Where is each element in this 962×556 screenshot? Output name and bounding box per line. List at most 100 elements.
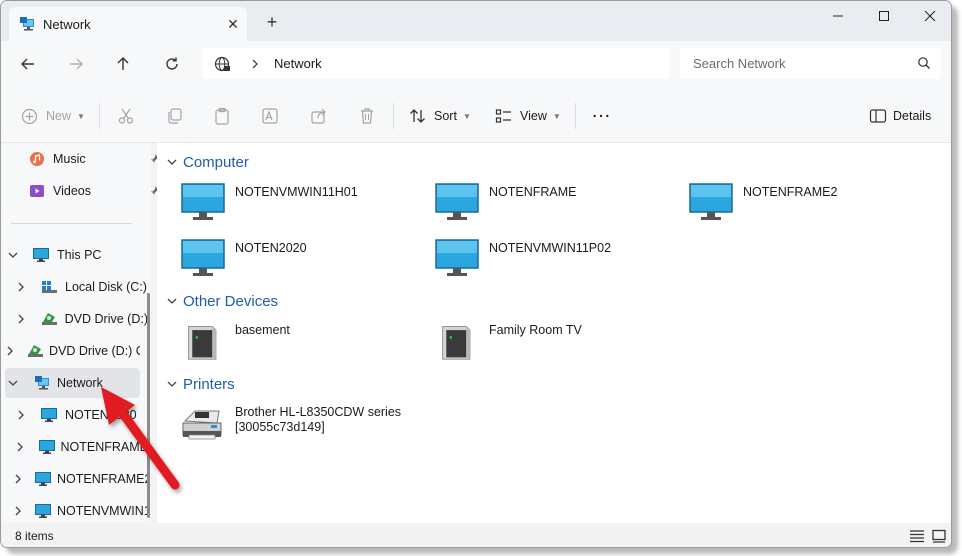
- search-icon[interactable]: [917, 56, 931, 70]
- trash-icon: [361, 108, 373, 124]
- address-bar[interactable]: Network: [202, 48, 670, 79]
- item-count: 8 items: [15, 529, 54, 543]
- paste-button[interactable]: [213, 104, 231, 128]
- content-pane: Computer NOTENVMWIN11H01 NOTENFRAME NOTE…: [157, 143, 951, 523]
- chevron-right-icon[interactable]: [13, 442, 27, 452]
- cut-button[interactable]: [117, 104, 135, 128]
- close-tab-icon[interactable]: ✕: [219, 16, 247, 33]
- network-item[interactable]: NOTENVMWIN11H01: [181, 183, 358, 223]
- chevron-right-icon[interactable]: [250, 59, 260, 69]
- maximize-button[interactable]: [861, 1, 907, 31]
- view-button[interactable]: View ▼: [495, 104, 561, 128]
- network-item[interactable]: NOTENFRAME2: [689, 183, 837, 223]
- network-icon: [33, 375, 51, 391]
- item-label: Family Room TV: [489, 323, 582, 337]
- sidebar-item-local-disk[interactable]: Local Disk (C:): [13, 272, 148, 302]
- chevron-right-icon[interactable]: [13, 410, 29, 420]
- chevron-down-icon: ▼: [77, 111, 85, 121]
- network-item[interactable]: NOTEN2020: [181, 239, 307, 279]
- chevron-down-icon: [167, 159, 177, 165]
- dvd-drive-icon: [27, 343, 43, 359]
- chevron-down-icon[interactable]: [5, 250, 21, 260]
- large-icons-view-icon[interactable]: [931, 529, 947, 543]
- arrow-right-icon: [70, 58, 83, 70]
- minimize-button[interactable]: [815, 1, 861, 31]
- sidebar-item-label: Videos: [53, 184, 91, 198]
- monitor-icon: [181, 239, 225, 276]
- title-bar: Network ✕ +: [1, 1, 951, 41]
- share-button[interactable]: [310, 104, 328, 128]
- device-item[interactable]: basement: [181, 321, 290, 361]
- monitor-icon: [181, 183, 225, 220]
- view-label: View: [520, 109, 547, 123]
- monitor-icon: [35, 503, 51, 519]
- network-item[interactable]: NOTENVMWIN11P02: [435, 239, 611, 279]
- monitor-icon: [41, 407, 59, 423]
- sidebar-item-dvd-drive[interactable]: DVD Drive (D:): [13, 304, 148, 334]
- chevron-right-icon[interactable]: [5, 346, 15, 356]
- monitor-icon: [435, 239, 479, 276]
- group-header-other-devices[interactable]: Other Devices: [167, 291, 278, 311]
- arrow-left-icon: [21, 58, 34, 70]
- device-item[interactable]: Family Room TV: [435, 321, 582, 361]
- share-icon: [311, 108, 326, 124]
- details-view-icon[interactable]: [909, 529, 925, 543]
- sidebar-item-this-pc[interactable]: This PC: [5, 240, 140, 270]
- sidebar-item-label: DVD Drive (D:) C: [49, 344, 140, 358]
- address-path[interactable]: Network: [274, 56, 322, 71]
- item-label: NOTENVMWIN11P02: [489, 241, 612, 255]
- media-device-icon: [442, 326, 471, 360]
- scissors-icon: [118, 108, 134, 124]
- new-button[interactable]: New ▼: [21, 104, 85, 128]
- details-pane-icon: [869, 109, 887, 123]
- sort-icon: [410, 109, 425, 123]
- sidebar-item-dvd-drive-2[interactable]: DVD Drive (D:) C: [5, 336, 140, 366]
- network-icon: [20, 17, 34, 31]
- close-window-button[interactable]: [907, 1, 951, 31]
- sidebar-item-videos[interactable]: Videos: [29, 176, 164, 206]
- copy-button[interactable]: [165, 104, 183, 128]
- divider: [575, 103, 576, 129]
- music-icon: [29, 151, 47, 167]
- globe-icon: [214, 56, 230, 71]
- refresh-button[interactable]: [158, 51, 186, 77]
- item-label: NOTENFRAME2: [743, 185, 838, 199]
- annotation-arrow-icon: [101, 387, 180, 490]
- tab-network[interactable]: Network ✕: [9, 7, 247, 41]
- more-options-button[interactable]: …: [591, 99, 611, 123]
- sidebar-divider: [11, 223, 132, 224]
- forward-button[interactable]: [62, 51, 90, 77]
- delete-button[interactable]: [358, 104, 376, 128]
- chevron-down-icon: [167, 298, 177, 304]
- back-button[interactable]: [14, 51, 42, 77]
- printer-item[interactable]: Brother HL-L8350CDW series [30055c73d149…: [177, 403, 401, 443]
- chevron-right-icon[interactable]: [13, 506, 23, 516]
- new-tab-button[interactable]: +: [261, 11, 283, 33]
- chevron-down-icon: ▼: [552, 111, 561, 121]
- item-label: basement: [235, 323, 290, 337]
- chevron-down-icon: ▼: [462, 111, 471, 121]
- refresh-icon: [166, 57, 178, 70]
- chevron-right-icon[interactable]: [13, 282, 29, 292]
- sidebar-item-music[interactable]: Music: [29, 144, 164, 174]
- group-header-computer[interactable]: Computer: [167, 152, 249, 172]
- sort-button[interactable]: Sort ▼: [409, 104, 471, 128]
- chevron-down-icon[interactable]: [5, 378, 21, 388]
- sidebar-item-label: DVD Drive (D:): [64, 312, 148, 326]
- chevron-right-icon[interactable]: [13, 314, 29, 324]
- monitor-icon: [689, 183, 733, 220]
- rename-button[interactable]: [261, 104, 279, 128]
- dvd-drive-icon: [41, 311, 59, 327]
- details-button[interactable]: Details: [869, 104, 931, 128]
- chevron-right-icon[interactable]: [13, 474, 23, 484]
- search-box[interactable]: [680, 48, 941, 79]
- sidebar-item-label: Music: [53, 152, 86, 166]
- search-input[interactable]: [693, 56, 913, 71]
- up-button[interactable]: [109, 51, 137, 77]
- divider: [99, 103, 100, 129]
- media-device-icon: [188, 326, 217, 360]
- divider: [393, 103, 394, 129]
- maximize-icon: [879, 11, 889, 21]
- network-item[interactable]: NOTENFRAME: [435, 183, 577, 223]
- copy-icon: [168, 108, 182, 124]
